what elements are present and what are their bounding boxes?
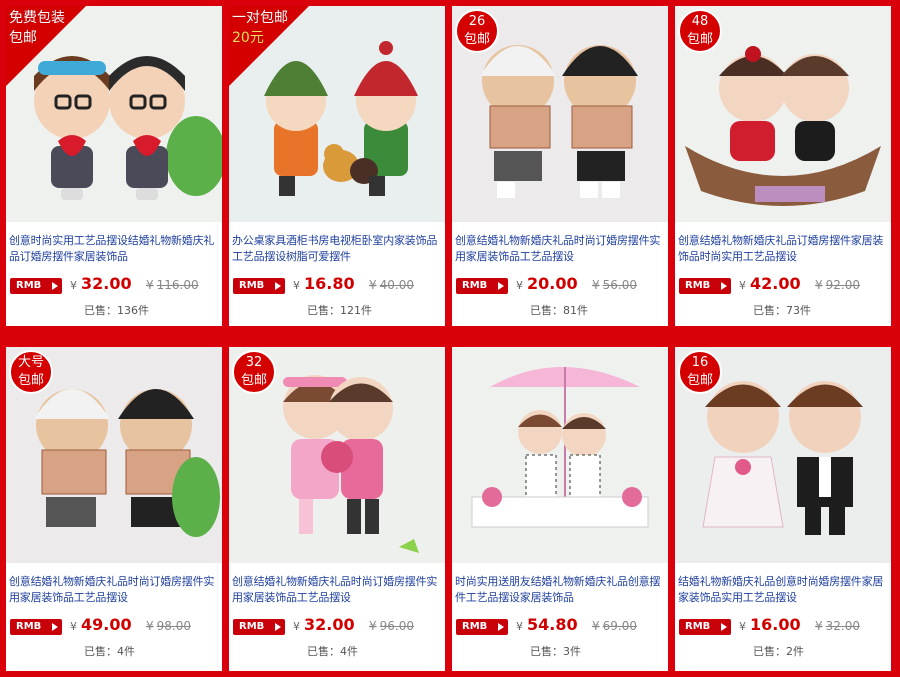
product-photo[interactable]: 48 包邮 <box>675 6 891 222</box>
promo-badge: 16 包邮 <box>678 350 722 394</box>
sold-count: 已售：4件 <box>84 645 135 658</box>
sold-count: 已售：121件 <box>307 304 372 317</box>
product-photo[interactable]: 大号 包邮 <box>6 347 222 563</box>
promo-badge: 大号 包邮 <box>9 350 53 394</box>
rmb-tag: RMB <box>233 278 285 294</box>
rmb-tag: RMB <box>679 619 731 635</box>
current-price: ¥20.00 <box>516 274 578 293</box>
sold-count: 已售：73件 <box>753 304 811 317</box>
current-price: ¥32.00 <box>70 274 132 293</box>
original-price: ¥92.00 <box>815 278 860 292</box>
product-title[interactable]: 结婚礼物新婚庆礼品创意时尚婚房摆件家居家装饰品实用工艺品摆设 <box>678 574 890 606</box>
current-price: ¥16.80 <box>293 274 355 293</box>
promo-badge: 一对包邮 20元 <box>232 10 288 46</box>
product-photo[interactable]: 免费包装 包邮 <box>6 6 222 222</box>
rmb-tag: RMB <box>679 278 731 294</box>
original-price: ¥40.00 <box>369 278 414 292</box>
original-price: ¥69.00 <box>592 619 637 633</box>
original-price: ¥32.00 <box>815 619 860 633</box>
product-photo[interactable] <box>452 347 668 563</box>
rmb-tag: RMB <box>456 619 508 635</box>
product-title[interactable]: 创意结婚礼物新婚庆礼品时尚订婚房摆件实用家居装饰品工艺品摆设 <box>9 574 221 606</box>
product-card[interactable]: 26 包邮 创意结婚礼物新婚庆礼品时尚订婚房摆件实用家居装饰品工艺品摆设 RMB… <box>452 6 668 326</box>
sold-count: 已售：4件 <box>307 645 358 658</box>
sold-count: 已售：136件 <box>84 304 149 317</box>
product-title[interactable]: 创意结婚礼物新婚庆礼品时尚订婚房摆件实用家居装饰品工艺品摆设 <box>232 574 444 606</box>
current-price: ¥42.00 <box>739 274 801 293</box>
sold-count: 已售：3件 <box>530 645 581 658</box>
promo-badge: 26 包邮 <box>455 9 499 53</box>
current-price: ¥49.00 <box>70 615 132 634</box>
rmb-tag: RMB <box>10 619 62 635</box>
product-photo[interactable]: 16 包邮 <box>675 347 891 563</box>
rmb-tag: RMB <box>10 278 62 294</box>
sold-count: 已售：2件 <box>753 645 804 658</box>
rmb-tag: RMB <box>233 619 285 635</box>
product-title[interactable]: 创意结婚礼物新婚庆礼品时尚订婚房摆件实用家居装饰品工艺品摆设 <box>455 233 667 265</box>
product-card[interactable]: 免费包装 包邮 创意时尚实用工艺品摆设结婚礼物新婚庆礼品订婚房摆件家居装饰品 R… <box>6 6 222 326</box>
original-price: ¥56.00 <box>592 278 637 292</box>
rmb-tag: RMB <box>456 278 508 294</box>
product-card[interactable]: 时尚实用送朋友结婚礼物新婚庆礼品创意摆件工艺品摆设家居装饰品 RMB ¥54.8… <box>452 347 668 671</box>
product-title[interactable]: 创意时尚实用工艺品摆设结婚礼物新婚庆礼品订婚房摆件家居装饰品 <box>9 233 221 265</box>
sold-count: 已售：81件 <box>530 304 588 317</box>
product-grid: 免费包装 包邮 创意时尚实用工艺品摆设结婚礼物新婚庆礼品订婚房摆件家居装饰品 R… <box>0 0 900 677</box>
original-price: ¥116.00 <box>146 278 199 292</box>
promo-badge: 32 包邮 <box>232 350 276 394</box>
original-price: ¥98.00 <box>146 619 191 633</box>
original-price: ¥96.00 <box>369 619 414 633</box>
product-card[interactable]: 一对包邮 20元 办公桌家具酒柜书房电视柜卧室内家装饰品工艺品摆设树脂可爱摆件 … <box>229 6 445 326</box>
product-photo[interactable]: 26 包邮 <box>452 6 668 222</box>
product-photo[interactable]: 一对包邮 20元 <box>229 6 445 222</box>
current-price: ¥32.00 <box>293 615 355 634</box>
promo-badge: 免费包装 包邮 <box>9 10 65 46</box>
promo-badge: 48 包邮 <box>678 9 722 53</box>
product-card[interactable]: 32 包邮 创意结婚礼物新婚庆礼品时尚订婚房摆件实用家居装饰品工艺品摆设 RMB… <box>229 347 445 671</box>
product-title[interactable]: 办公桌家具酒柜书房电视柜卧室内家装饰品工艺品摆设树脂可爱摆件 <box>232 233 444 265</box>
product-card[interactable]: 16 包邮 结婚礼物新婚庆礼品创意时尚婚房摆件家居家装饰品实用工艺品摆设 RMB… <box>675 347 891 671</box>
current-price: ¥54.80 <box>516 615 578 634</box>
product-title[interactable]: 时尚实用送朋友结婚礼物新婚庆礼品创意摆件工艺品摆设家居装饰品 <box>455 574 667 606</box>
product-card[interactable]: 大号 包邮 创意结婚礼物新婚庆礼品时尚订婚房摆件实用家居装饰品工艺品摆设 RMB… <box>6 347 222 671</box>
product-photo[interactable]: 32 包邮 <box>229 347 445 563</box>
product-card[interactable]: 48 包邮 创意结婚礼物新婚庆礼品订婚房摆件家居装饰品时尚实用工艺品摆设 RMB… <box>675 6 891 326</box>
product-title[interactable]: 创意结婚礼物新婚庆礼品订婚房摆件家居装饰品时尚实用工艺品摆设 <box>678 233 890 265</box>
current-price: ¥16.00 <box>739 615 801 634</box>
